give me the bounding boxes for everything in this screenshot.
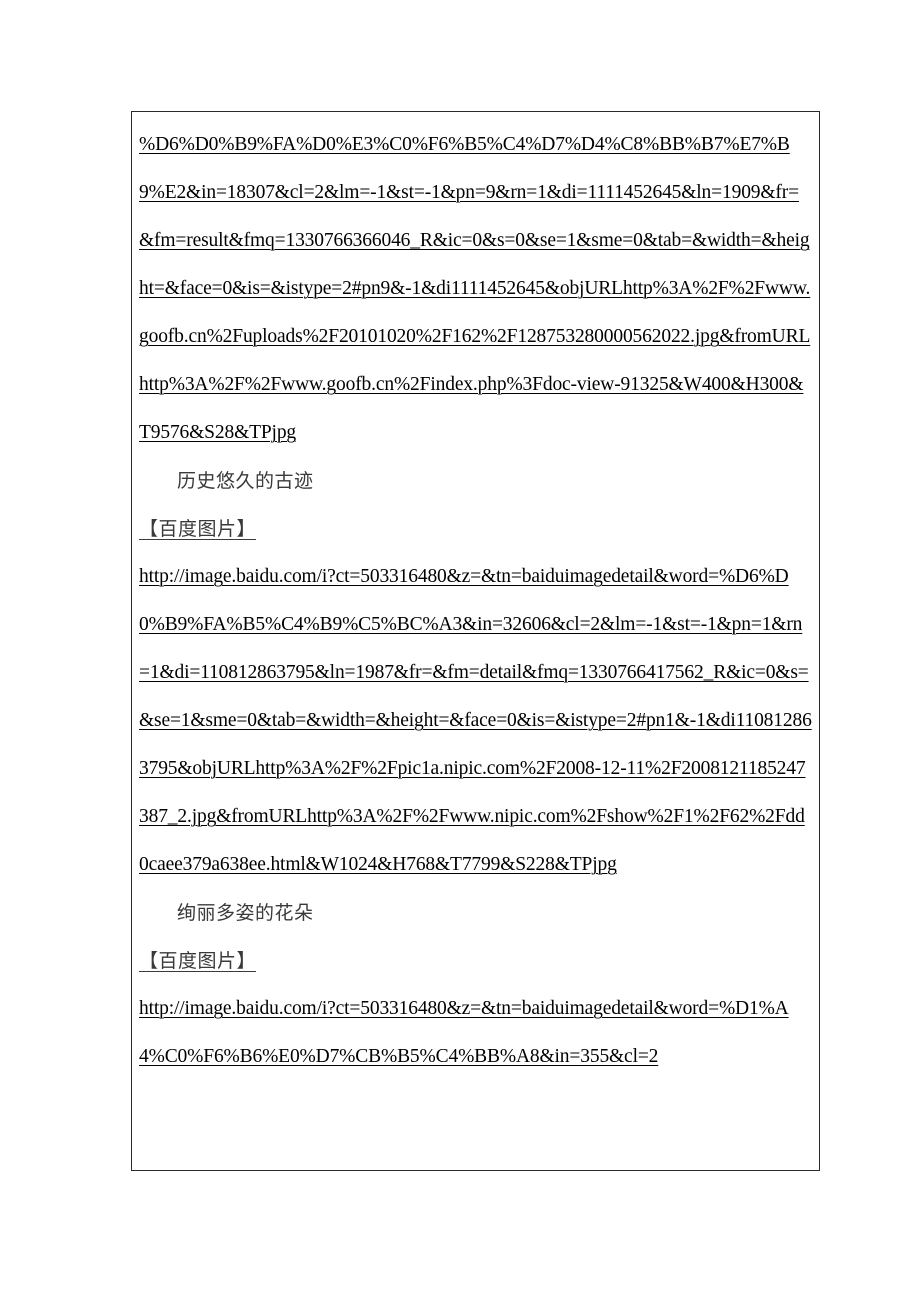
url-paragraph-2: http://image.baidu.com/i?ct=503316480&z=… [139, 553, 812, 889]
section-heading-colorful-flowers: 绚丽多姿的花朵 [177, 902, 314, 924]
baidu-image-tag-1: 【百度图片】 [139, 505, 812, 553]
section-heading-historic-sites: 历史悠久的古迹 [177, 470, 314, 492]
document-content-frame: %D6%D0%B9%FA%D0%E3%C0%F6%B5%C4%D7%D4%C8%… [131, 111, 821, 1172]
baidu-image-tag-2: 【百度图片】 [139, 937, 812, 985]
baidu-image-tag-link-2[interactable]: 【百度图片】 [139, 950, 256, 972]
baidu-image-link-2[interactable]: http://image.baidu.com/i?ct=503316480&z=… [139, 566, 812, 875]
url-paragraph-3: http://image.baidu.com/i?ct=503316480&z=… [139, 985, 812, 1081]
url-paragraph-1: %D6%D0%B9%FA%D0%E3%C0%F6%B5%C4%D7%D4%C8%… [139, 121, 812, 457]
baidu-image-tag-link-1[interactable]: 【百度图片】 [139, 518, 256, 540]
baidu-image-link-3[interactable]: http://image.baidu.com/i?ct=503316480&z=… [139, 998, 789, 1067]
table-cell-inner: %D6%D0%B9%FA%D0%E3%C0%F6%B5%C4%D7%D4%C8%… [132, 112, 819, 1087]
baidu-image-link-1[interactable]: %D6%D0%B9%FA%D0%E3%C0%F6%B5%C4%D7%D4%C8%… [139, 134, 810, 443]
